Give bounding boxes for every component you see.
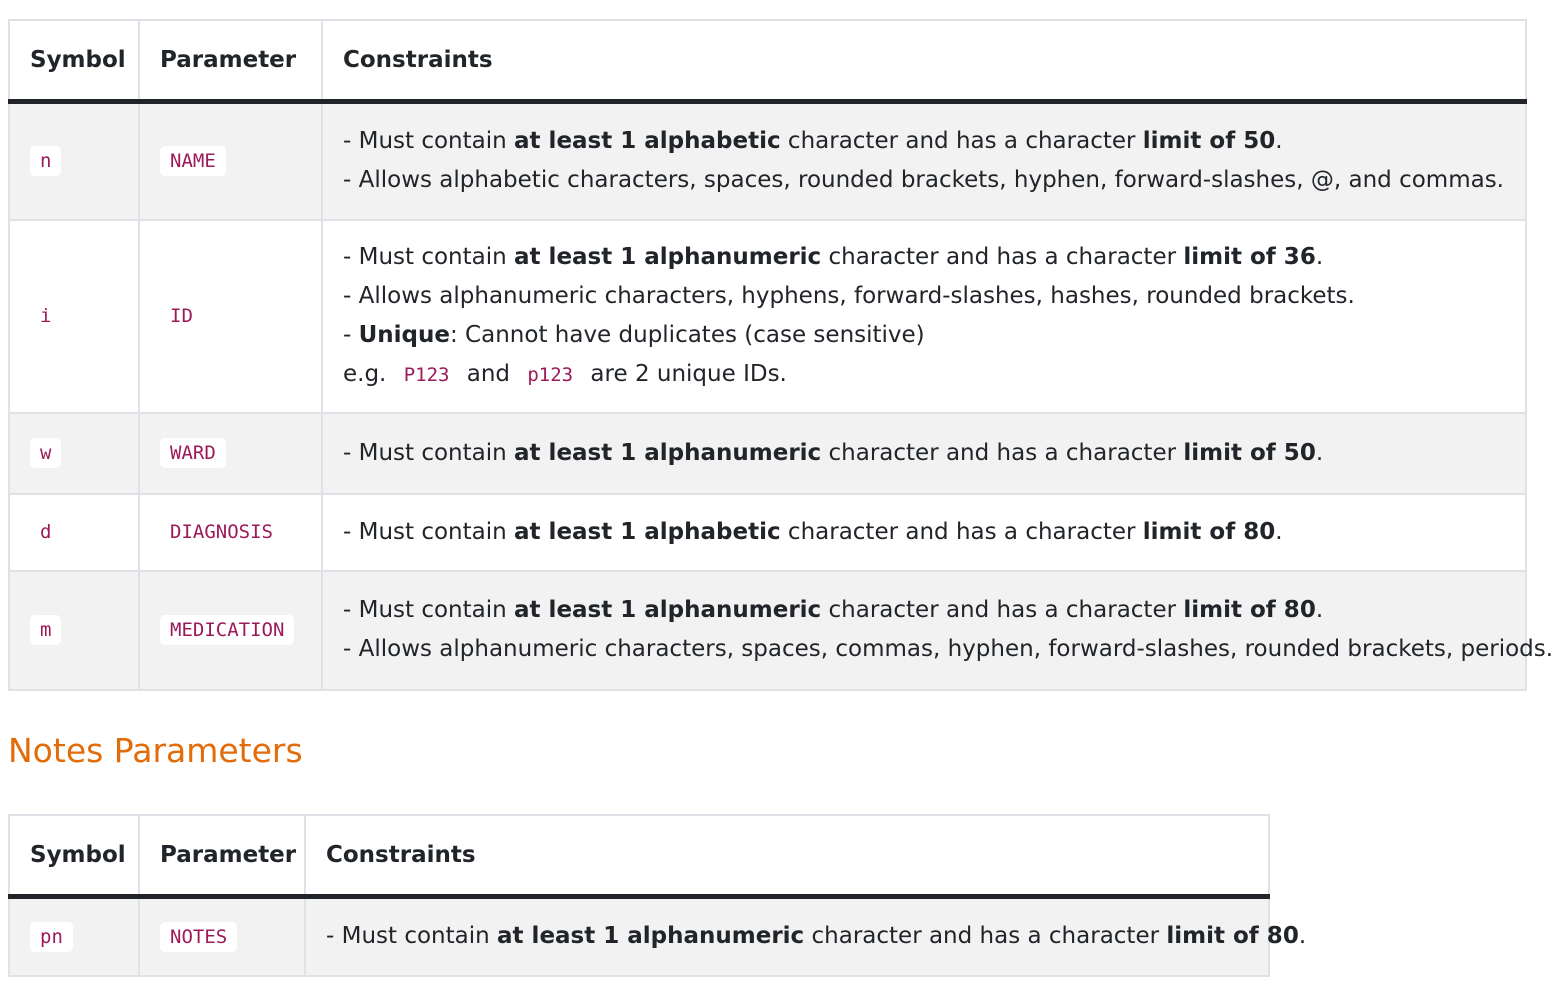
header-symbol: Symbol (8, 19, 140, 104)
constraint-line: - Allows alphabetic characters, spaces, … (343, 167, 1504, 194)
constraint-line: - Allows alphanumeric characters, spaces… (343, 636, 1554, 662)
parameter-cell: DIAGNOSIS (138, 492, 323, 572)
text: - Must contain (343, 597, 515, 623)
bold-text: at least 1 alphanumeric (514, 439, 822, 466)
text: are 2 unique IDs. (583, 360, 787, 387)
text: - (343, 321, 359, 348)
symbol-cell: m (8, 569, 140, 691)
bold-text: limit of 80 (1183, 597, 1316, 623)
symbol-code: i (40, 305, 52, 327)
text: character and has a character (821, 439, 1184, 466)
text: . (1315, 243, 1324, 270)
table-row: d DIAGNOSIS - Must contain at least 1 al… (8, 492, 1527, 572)
constraints-cell: - Must contain at least 1 alphanumeric c… (321, 411, 1527, 495)
parameter-cell: NAME (138, 100, 323, 221)
bold-text: at least 1 alphanumeric (514, 243, 822, 270)
constraint-line: - Must contain at least 1 alphanumeric c… (343, 434, 1505, 473)
parameter-code: DIAGNOSIS (170, 521, 273, 543)
text: : Cannot have duplicates (case sensitive… (450, 321, 925, 348)
table-header-row: Symbol Parameter Constraints (8, 814, 1270, 899)
header-parameter: Parameter (138, 19, 323, 104)
symbol-cell: pn (8, 895, 140, 977)
text: . (1275, 128, 1283, 155)
symbol-code: n (30, 146, 62, 177)
text: - Must contain (343, 518, 515, 545)
bold-text: at least 1 alphabetic (514, 518, 781, 545)
table-header-row: Symbol Parameter Constraints (8, 19, 1527, 104)
constraint-line: - Must contain at least 1 alphanumeric c… (343, 591, 1505, 630)
parameter-code: NOTES (160, 921, 238, 952)
constraint-line: - Must contain at least 1 alphanumeric c… (326, 917, 1306, 956)
parameter-cell: MEDICATION (138, 569, 323, 691)
table-row: pn NOTES - Must contain at least 1 alpha… (8, 895, 1306, 977)
text: - Must contain (326, 923, 498, 950)
notes-parameters-table: Symbol Parameter Constraints pn NOTES - … (8, 814, 1306, 977)
text: - Must contain (343, 128, 515, 155)
text: character and has a character (780, 518, 1143, 545)
table-row: w WARD - Must contain at least 1 alphanu… (8, 411, 1527, 495)
parameter-cell: ID (138, 218, 323, 414)
constraints-cell: - Must contain at least 1 alphabetic cha… (321, 492, 1527, 572)
parameter-cell: NOTES (138, 895, 306, 977)
header-constraints: Constraints (321, 19, 1527, 104)
bold-text: limit of 50 (1183, 439, 1316, 466)
header-parameter: Parameter (138, 814, 306, 899)
parameter-code: WARD (160, 438, 226, 468)
header-symbol: Symbol (8, 814, 140, 899)
example-line: e.g. P123 and p123 are 2 unique IDs. (343, 355, 1505, 395)
constraint-line: - Unique: Cannot have duplicates (case s… (343, 316, 1505, 355)
text: - Must contain (343, 243, 515, 270)
constraint-line: - Must contain at least 1 alphabetic cha… (343, 513, 1505, 552)
parameter-cell: WARD (138, 411, 323, 495)
example-code: p123 (527, 363, 574, 386)
bold-text: limit of 50 (1142, 128, 1276, 155)
text: and (459, 360, 518, 387)
bold-text: at least 1 alphanumeric (514, 597, 822, 623)
constraint-line: - Must contain at least 1 alphanumeric c… (343, 238, 1505, 277)
bold-text: at least 1 alphabetic (514, 128, 781, 155)
constraints-cell: - Must contain at least 1 alphabetic cha… (321, 100, 1527, 221)
symbol-code: d (40, 521, 52, 543)
parameter-code: ID (170, 305, 193, 327)
parameters-table: Symbol Parameter Constraints n NAME - Mu… (8, 19, 1554, 691)
text: character and has a character (821, 597, 1184, 623)
constraint-line: - Allows alphanumeric characters, hyphen… (343, 282, 1355, 309)
header-constraints: Constraints (304, 814, 1270, 899)
symbol-code: pn (30, 921, 73, 952)
bold-text: at least 1 alphanumeric (497, 923, 805, 950)
text: . (1275, 518, 1283, 545)
text: character and has a character (821, 243, 1184, 270)
example-code: P123 (403, 363, 450, 386)
table-row: i ID - Must contain at least 1 alphanume… (8, 218, 1527, 414)
text: character and has a character (804, 923, 1167, 950)
text: . (1298, 923, 1307, 950)
parameter-code: NAME (160, 146, 226, 177)
text: - Must contain (343, 439, 515, 466)
bold-text: limit of 80 (1166, 923, 1299, 950)
bold-text: Unique (358, 321, 450, 348)
bold-text: limit of 36 (1183, 243, 1316, 270)
text: . (1315, 439, 1324, 466)
text: character and has a character (780, 128, 1143, 155)
symbol-cell: w (8, 411, 140, 495)
symbol-cell: i (8, 218, 140, 414)
text: . (1315, 597, 1324, 623)
parameter-code: MEDICATION (160, 615, 295, 645)
symbol-cell: d (8, 492, 140, 572)
symbol-code: m (30, 615, 62, 645)
table-row: m MEDICATION - Must contain at least 1 a… (8, 569, 1554, 691)
section-heading: Notes Parameters (8, 731, 303, 770)
table-row: n NAME - Must contain at least 1 alphabe… (8, 100, 1527, 221)
constraints-cell: - Must contain at least 1 alphanumeric c… (321, 569, 1554, 691)
constraints-cell: - Must contain at least 1 alphanumeric c… (304, 895, 1306, 977)
symbol-cell: n (8, 100, 140, 221)
text: e.g. (343, 360, 394, 387)
constraints-cell: - Must contain at least 1 alphanumeric c… (321, 218, 1527, 414)
symbol-code: w (30, 438, 62, 468)
constraint-line: - Must contain at least 1 alphabetic cha… (343, 122, 1505, 161)
bold-text: limit of 80 (1142, 518, 1276, 545)
